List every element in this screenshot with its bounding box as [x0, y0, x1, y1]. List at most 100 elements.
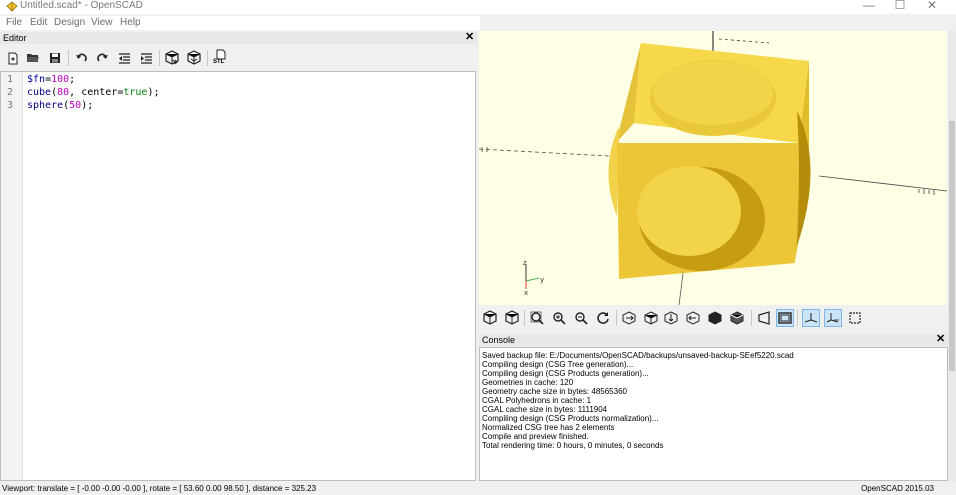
render-button[interactable]	[185, 49, 203, 67]
console-line: Saved backup file: E:/Documents/OpenSCAD…	[482, 351, 794, 360]
view-bottom-button[interactable]	[662, 309, 680, 327]
console-title: Console	[482, 335, 516, 345]
right-scrollbar[interactable]	[948, 31, 956, 482]
show-axes-button[interactable]	[802, 309, 820, 327]
vt-render-button[interactable]	[503, 309, 521, 327]
console-line: Compiling design (CSG Tree generation)..…	[482, 360, 634, 369]
view-all-icon	[530, 311, 544, 325]
axis-label-z: z	[523, 259, 527, 267]
view-back-icon	[730, 311, 744, 325]
zoom-out-button[interactable]	[572, 309, 590, 327]
new-file-icon	[8, 52, 18, 64]
openscad-logo-icon	[6, 1, 18, 12]
stl-label: STL	[213, 59, 225, 65]
undo-button[interactable]	[72, 49, 90, 67]
minimize-button[interactable]: —	[854, 0, 884, 12]
view-front-icon	[708, 311, 722, 325]
view-top-button[interactable]	[642, 309, 660, 327]
close-button[interactable]: ✕	[917, 0, 947, 12]
console-close-button[interactable]: ✕	[936, 333, 945, 345]
new-file-button[interactable]	[4, 49, 22, 67]
scale-markers-icon	[826, 313, 839, 323]
show-scale-button[interactable]	[824, 309, 842, 327]
zoom-in-button[interactable]	[550, 309, 568, 327]
perspective-button[interactable]	[755, 309, 773, 327]
axis-label-y: y	[540, 276, 544, 284]
view-back-button[interactable]	[728, 309, 746, 327]
token-punct: );	[147, 87, 160, 98]
preview-button[interactable]	[163, 49, 181, 67]
menu-bar: File Edit Design View Help	[0, 16, 480, 30]
x-axis-negative	[479, 148, 610, 157]
token-module: sphere	[27, 100, 64, 111]
orthogonal-button[interactable]	[776, 309, 794, 327]
token-text: , center=	[69, 87, 124, 98]
code-line-1: $fn=100;	[27, 73, 75, 86]
console-output: Saved backup file: E:/Documents/OpenSCAD…	[479, 347, 948, 481]
indent-button[interactable]	[137, 49, 155, 67]
axis-ticks	[918, 189, 935, 195]
unindent-icon	[118, 52, 130, 64]
line-number-gutter: 1 2 3	[1, 72, 23, 480]
token-module: cube	[27, 87, 52, 98]
token-keyword: true	[123, 87, 148, 98]
console-line: Compile and preview finished.	[482, 432, 589, 441]
editor-close-button[interactable]: ✕	[465, 31, 474, 43]
title-bar: Untitled.scad* - OpenSCAD — ☐ ✕	[0, 0, 956, 14]
edges-icon	[849, 312, 861, 324]
console-panel-header: Console ✕	[479, 333, 948, 346]
top-sphere-highlight	[653, 61, 773, 125]
vt-preview-button[interactable]	[481, 309, 499, 327]
status-bar: Viewport: translate = [ -0.00 -0.00 -0.0…	[0, 483, 956, 495]
viewport-status: Viewport: translate = [ -0.00 -0.00 -0.0…	[2, 484, 317, 493]
viewport-render: z y x	[479, 31, 947, 305]
view-front-button[interactable]	[706, 309, 724, 327]
token-variable: $fn	[27, 74, 46, 85]
zoom-in-icon	[553, 312, 566, 325]
zoom-out-icon	[575, 312, 588, 325]
menu-file[interactable]: File	[6, 17, 22, 29]
version-label: OpenSCAD 2015.03	[861, 484, 934, 493]
export-stl-button[interactable]: STL	[211, 49, 231, 67]
preview-cube-icon	[483, 310, 497, 325]
code-line-2: cube(80, center=true);	[27, 86, 160, 99]
token-number: 80	[57, 87, 70, 98]
redo-button[interactable]	[93, 49, 111, 67]
window-title: Untitled.scad* - OpenSCAD	[20, 0, 143, 11]
view-right-button[interactable]	[620, 309, 638, 327]
axes-icon	[804, 313, 818, 323]
view-right-icon	[622, 311, 636, 325]
menu-view[interactable]: View	[91, 17, 113, 29]
maximize-button[interactable]: ☐	[885, 0, 915, 12]
scrollbar-thumb[interactable]	[949, 121, 955, 371]
unindent-button[interactable]	[115, 49, 133, 67]
editor-panel-header: Editor ✕	[0, 31, 477, 44]
line-number: 2	[7, 87, 14, 98]
view-left-icon	[686, 311, 700, 325]
code-editor[interactable]: 1 2 3 $fn=100; cube(80, center=true); sp…	[0, 71, 476, 481]
token-number: 100	[51, 74, 70, 85]
save-button[interactable]	[46, 49, 64, 67]
x-axis-positive	[818, 175, 947, 192]
menu-edit[interactable]: Edit	[30, 17, 47, 29]
menu-design[interactable]: Design	[54, 17, 85, 29]
console-line: Geometries in cache: 120	[482, 378, 574, 387]
reset-view-icon	[597, 312, 609, 324]
reset-view-button[interactable]	[594, 309, 612, 327]
axis-indicator-y	[525, 277, 540, 282]
line-number: 3	[7, 100, 14, 111]
console-line: Compiling design (CSG Products generatio…	[482, 369, 649, 378]
token-number: 50	[69, 100, 82, 111]
preview-cube-icon	[165, 50, 179, 65]
menu-help[interactable]: Help	[120, 17, 141, 29]
3d-viewport[interactable]: z y x	[479, 31, 947, 305]
open-file-button[interactable]	[24, 49, 42, 67]
render-cube-icon	[187, 50, 201, 65]
view-all-button[interactable]	[528, 309, 546, 327]
orthogonal-icon	[778, 312, 792, 324]
show-edges-button[interactable]	[846, 309, 864, 327]
view-left-button[interactable]	[684, 309, 702, 327]
code-line-3: sphere(50);	[27, 99, 93, 112]
console-line: Total rendering time: 0 hours, 0 minutes…	[482, 441, 664, 450]
front-sphere-highlight	[637, 166, 741, 256]
